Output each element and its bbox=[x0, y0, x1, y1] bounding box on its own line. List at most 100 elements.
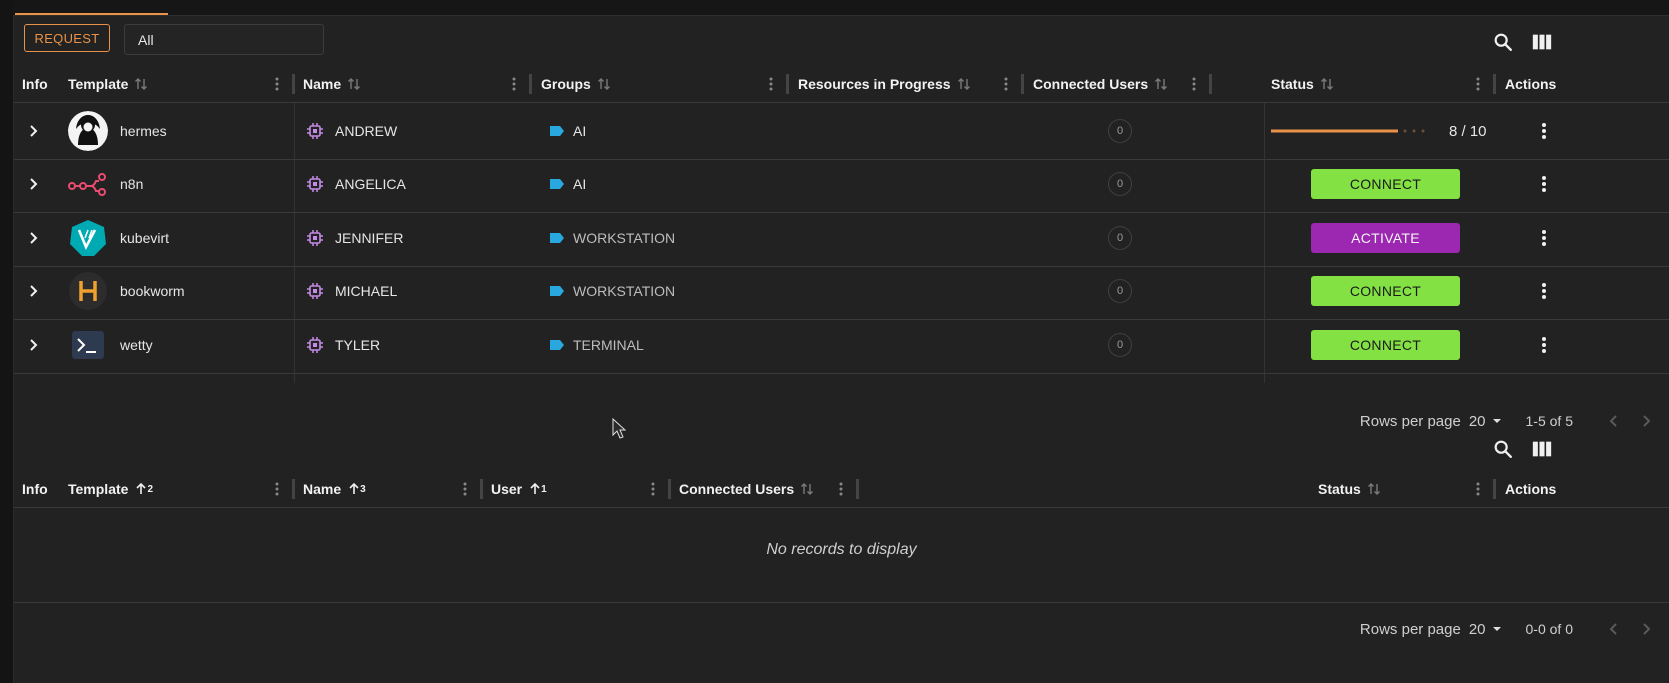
col-status[interactable]: Status bbox=[1271, 66, 1334, 102]
search-icon[interactable] bbox=[1492, 438, 1514, 460]
col-info: Info bbox=[22, 66, 48, 102]
columns-icon[interactable] bbox=[1531, 31, 1553, 53]
column-menu-icon[interactable] bbox=[838, 482, 844, 496]
rows-per-page-select[interactable]: 20 bbox=[1469, 621, 1504, 638]
next-page-icon[interactable] bbox=[1639, 622, 1653, 636]
row-actions-icon[interactable] bbox=[1541, 103, 1547, 159]
column-menu-icon[interactable] bbox=[511, 77, 517, 91]
status-cell: ACTIVATE bbox=[1311, 210, 1460, 266]
progress-label: 8 / 10 bbox=[1449, 122, 1487, 140]
column-menu-icon[interactable] bbox=[1475, 482, 1481, 496]
connect-button[interactable]: CONNECT bbox=[1311, 330, 1460, 360]
connect-button[interactable]: CONNECT bbox=[1311, 276, 1460, 306]
table-row: n8n ANGELICA AI 0 CONNECT bbox=[14, 156, 1669, 213]
column-resize-handle[interactable] bbox=[480, 479, 483, 499]
expand-chevron-icon[interactable] bbox=[28, 263, 40, 319]
col-groups[interactable]: Groups bbox=[541, 66, 611, 102]
template-name: kubevirt bbox=[120, 230, 170, 246]
page-range: 0-0 of 0 bbox=[1525, 621, 1573, 637]
top-tab-bar bbox=[13, 0, 1669, 16]
rows-per-page-value: 20 bbox=[1468, 412, 1486, 430]
connected-count-badge: 0 bbox=[1108, 333, 1132, 357]
expand-chevron-icon[interactable] bbox=[28, 103, 40, 159]
expand-chevron-icon[interactable] bbox=[28, 210, 40, 266]
caret-down-icon bbox=[1492, 627, 1501, 631]
row-actions-icon[interactable] bbox=[1541, 317, 1547, 373]
row-actions-icon[interactable] bbox=[1541, 263, 1547, 319]
expand-chevron-icon[interactable] bbox=[28, 156, 40, 212]
next-page-icon[interactable] bbox=[1639, 414, 1653, 428]
pagination: Rows per page 20 1-5 of 5 bbox=[1360, 401, 1669, 441]
columns-icon[interactable] bbox=[1531, 438, 1553, 460]
sessions-panel: Info Template 2 Name 3 User 1 Connected … bbox=[14, 440, 1669, 683]
rows-per-page-select[interactable]: 20 bbox=[1469, 413, 1504, 430]
sort-icon[interactable] bbox=[1320, 77, 1334, 91]
sort-icon[interactable] bbox=[134, 77, 148, 91]
column-menu-icon[interactable] bbox=[768, 77, 774, 91]
column-menu-icon[interactable] bbox=[650, 482, 656, 496]
sort-icon[interactable] bbox=[800, 482, 814, 496]
search-icon[interactable] bbox=[1492, 31, 1514, 53]
caret-down-icon bbox=[1492, 419, 1501, 423]
col-connected-users[interactable]: Connected Users bbox=[679, 471, 814, 507]
column-resize-handle[interactable] bbox=[1209, 74, 1212, 94]
col-name[interactable]: Name 3 bbox=[303, 471, 366, 507]
connected-count-badge: 0 bbox=[1108, 226, 1132, 250]
col-template[interactable]: Template 2 bbox=[68, 471, 153, 507]
column-menu-icon[interactable] bbox=[1003, 77, 1009, 91]
col-connected-users[interactable]: Connected Users bbox=[1033, 66, 1168, 102]
column-menu-icon[interactable] bbox=[1191, 77, 1197, 91]
group-name: TERMINAL bbox=[573, 337, 644, 353]
col-name-label: Name bbox=[303, 481, 342, 497]
col-user[interactable]: User 1 bbox=[491, 471, 547, 507]
filter-select[interactable]: All bbox=[124, 24, 324, 55]
page-range: 1-5 of 5 bbox=[1525, 413, 1573, 429]
group-name: AI bbox=[573, 176, 587, 192]
instance-name: TYLER bbox=[335, 337, 381, 353]
column-resize-handle[interactable] bbox=[1493, 74, 1496, 94]
col-name[interactable]: Name bbox=[303, 66, 361, 102]
prev-page-icon[interactable] bbox=[1607, 414, 1621, 428]
chip-icon bbox=[305, 103, 325, 159]
column-resize-handle[interactable] bbox=[1021, 74, 1024, 94]
status-cell: CONNECT bbox=[1311, 156, 1460, 212]
sort-icon[interactable] bbox=[347, 77, 361, 91]
column-resize-handle[interactable] bbox=[668, 479, 671, 499]
status-cell: CONNECT bbox=[1311, 317, 1460, 373]
col-status-label: Status bbox=[1318, 481, 1361, 497]
sort-asc-icon[interactable] bbox=[347, 482, 361, 496]
sort-icon[interactable] bbox=[957, 77, 971, 91]
request-button[interactable]: REQUEST bbox=[24, 24, 110, 52]
col-resources[interactable]: Resources in Progress bbox=[798, 66, 971, 102]
table-row: wetty TYLER TERMINAL 0 CONNECT bbox=[14, 317, 1669, 374]
chip-icon bbox=[305, 210, 325, 266]
column-menu-icon[interactable] bbox=[274, 482, 280, 496]
sort-icon[interactable] bbox=[1367, 482, 1381, 496]
row-actions-icon[interactable] bbox=[1541, 156, 1547, 212]
instance-name: ANDREW bbox=[335, 123, 398, 139]
connect-button[interactable]: CONNECT bbox=[1311, 169, 1460, 199]
sort-icon[interactable] bbox=[1154, 77, 1168, 91]
sort-icon[interactable] bbox=[597, 77, 611, 91]
col-status[interactable]: Status bbox=[1318, 471, 1381, 507]
column-resize-handle[interactable] bbox=[292, 74, 295, 94]
sort-asc-icon[interactable] bbox=[528, 482, 542, 496]
column-resize-handle[interactable] bbox=[529, 74, 532, 94]
col-template[interactable]: Template bbox=[68, 66, 148, 102]
sort-asc-icon[interactable] bbox=[134, 482, 148, 496]
column-resize-handle[interactable] bbox=[856, 479, 859, 499]
prev-page-icon[interactable] bbox=[1607, 622, 1621, 636]
column-resize-handle[interactable] bbox=[1493, 479, 1496, 499]
tag-icon bbox=[549, 103, 565, 159]
sort-order: 3 bbox=[360, 483, 366, 495]
activate-button[interactable]: ACTIVATE bbox=[1311, 223, 1460, 253]
column-resize-handle[interactable] bbox=[786, 74, 789, 94]
column-resize-handle[interactable] bbox=[292, 479, 295, 499]
expand-chevron-icon[interactable] bbox=[28, 317, 40, 373]
column-menu-icon[interactable] bbox=[274, 77, 280, 91]
column-menu-icon[interactable] bbox=[1475, 77, 1481, 91]
instance-name: ANGELICA bbox=[335, 176, 406, 192]
tag-icon bbox=[549, 263, 565, 319]
column-menu-icon[interactable] bbox=[462, 482, 468, 496]
row-actions-icon[interactable] bbox=[1541, 210, 1547, 266]
